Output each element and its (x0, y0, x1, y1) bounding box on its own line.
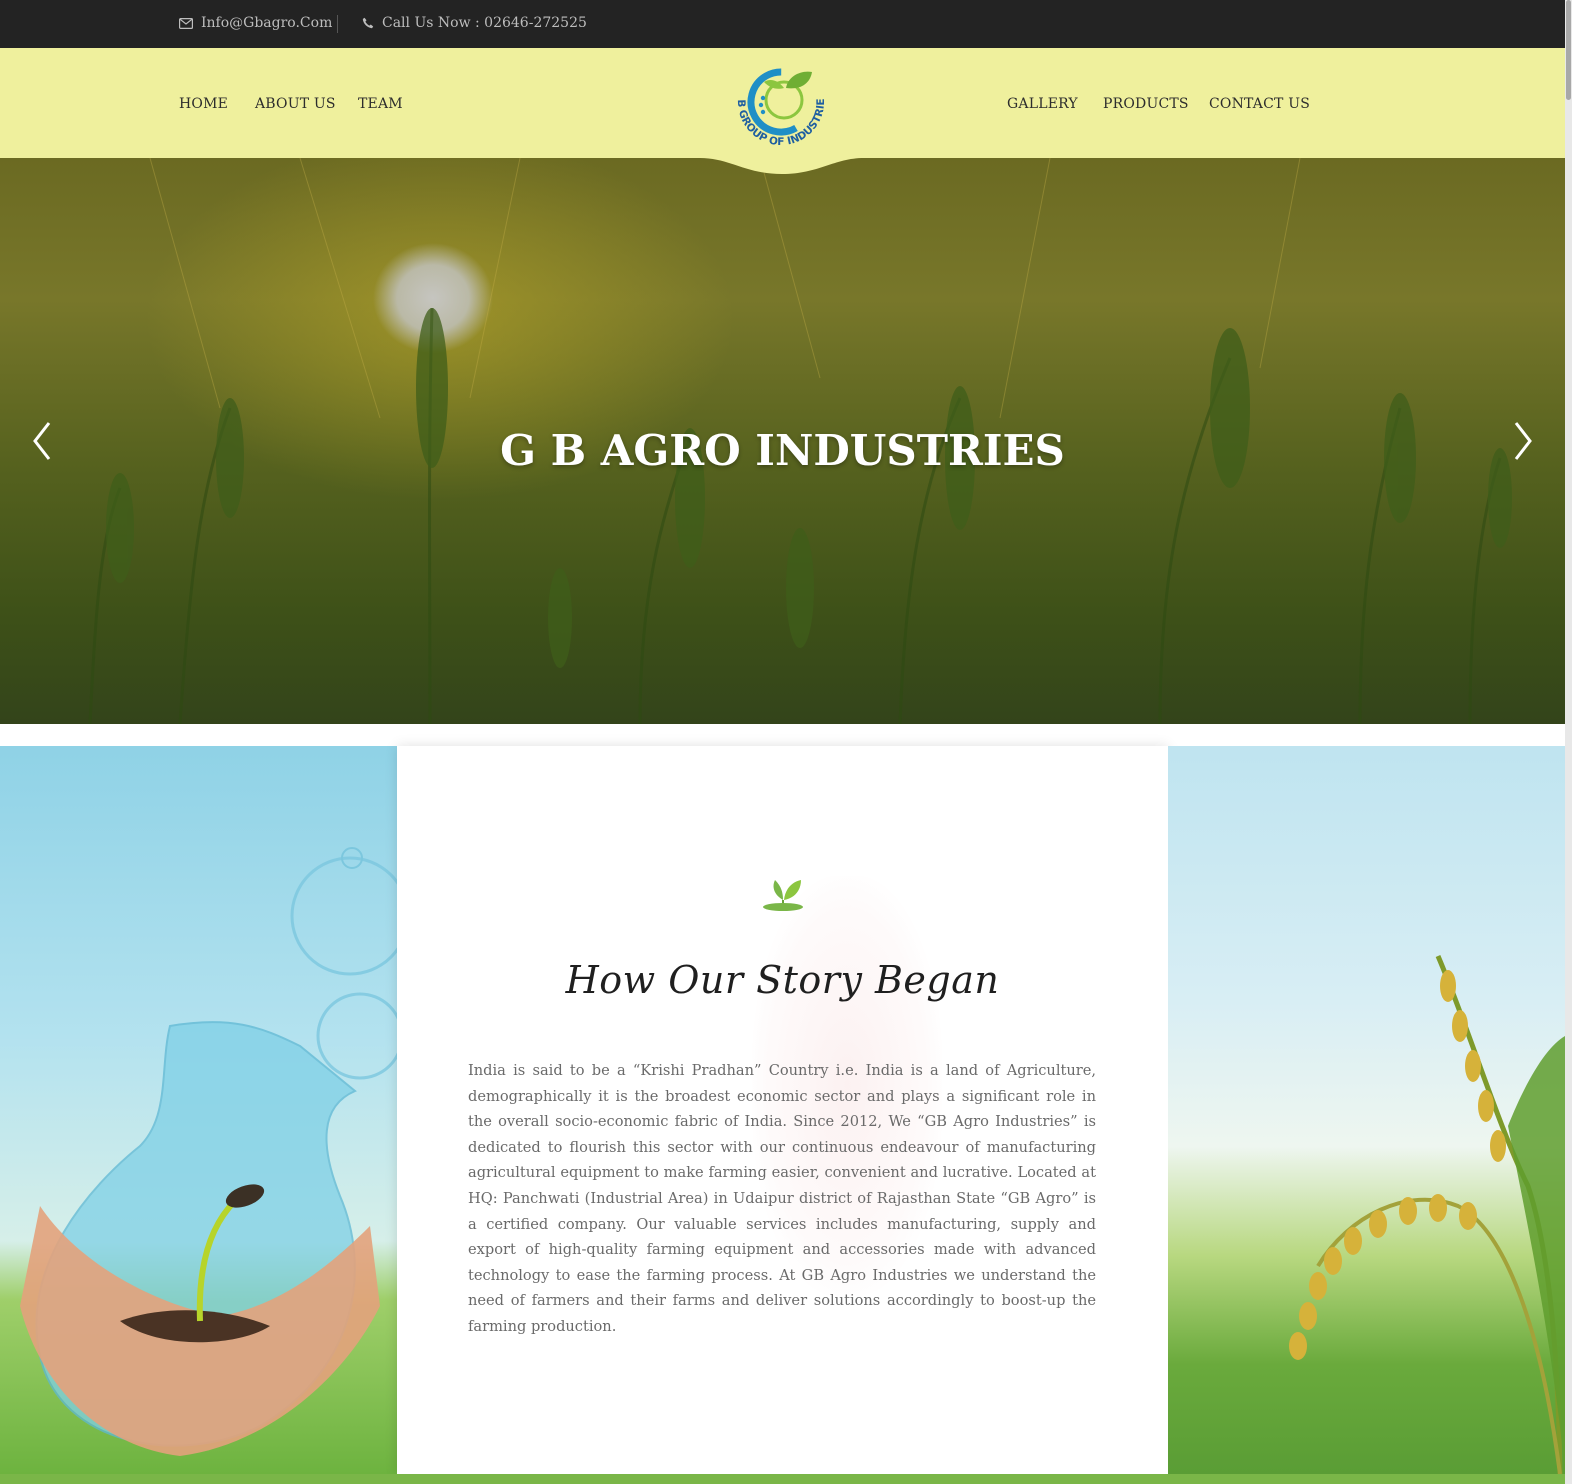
nav-products[interactable]: PRODUCTS (1103, 96, 1189, 112)
topbar-divider (337, 15, 338, 33)
story-right-image (1168, 746, 1565, 1474)
phone-text: Call Us Now : 02646-272525 (382, 15, 587, 31)
sprout-icon (761, 870, 805, 914)
scrollbar-thumb[interactable] (1566, 0, 1571, 100)
story-paragraph: India is said to be a “Krishi Pradhan” C… (468, 1062, 1096, 1335)
story-card: How Our Story Began India is said to be … (397, 746, 1168, 1474)
nav-home[interactable]: HOME (179, 96, 228, 112)
hero-title: G B AGRO INDUSTRIES (500, 426, 1065, 475)
top-bar: Info@Gbagro.Com Call Us Now : 02646-2725… (0, 0, 1565, 48)
bottom-accent-bar (0, 1474, 1565, 1484)
nav-team[interactable]: TEAM (358, 96, 403, 112)
nav-gallery[interactable]: GALLERY (1007, 96, 1078, 112)
story-heading: How Our Story Began (565, 958, 1000, 1002)
slider-next-button[interactable] (1508, 421, 1538, 461)
email-link[interactable]: Info@Gbagro.Com (179, 15, 332, 31)
envelope-icon (179, 17, 193, 29)
phone-link[interactable]: Call Us Now : 02646-272525 (362, 15, 587, 31)
phone-icon (362, 17, 374, 29)
chevron-left-icon (33, 422, 51, 460)
chevron-right-icon (1514, 422, 1532, 460)
nav-contact-us[interactable]: CONTACT US (1209, 96, 1310, 112)
page-scrollbar[interactable] (1565, 0, 1572, 1484)
email-text: Info@Gbagro.Com (201, 15, 333, 31)
nav-about-us[interactable]: ABOUT US (255, 96, 336, 112)
story-left-image (0, 746, 397, 1474)
company-logo[interactable]: GB GROUP OF INDUSTRIES (722, 49, 836, 164)
slider-prev-button[interactable] (27, 421, 57, 461)
hero-slider: G B AGRO INDUSTRIES (0, 158, 1565, 724)
